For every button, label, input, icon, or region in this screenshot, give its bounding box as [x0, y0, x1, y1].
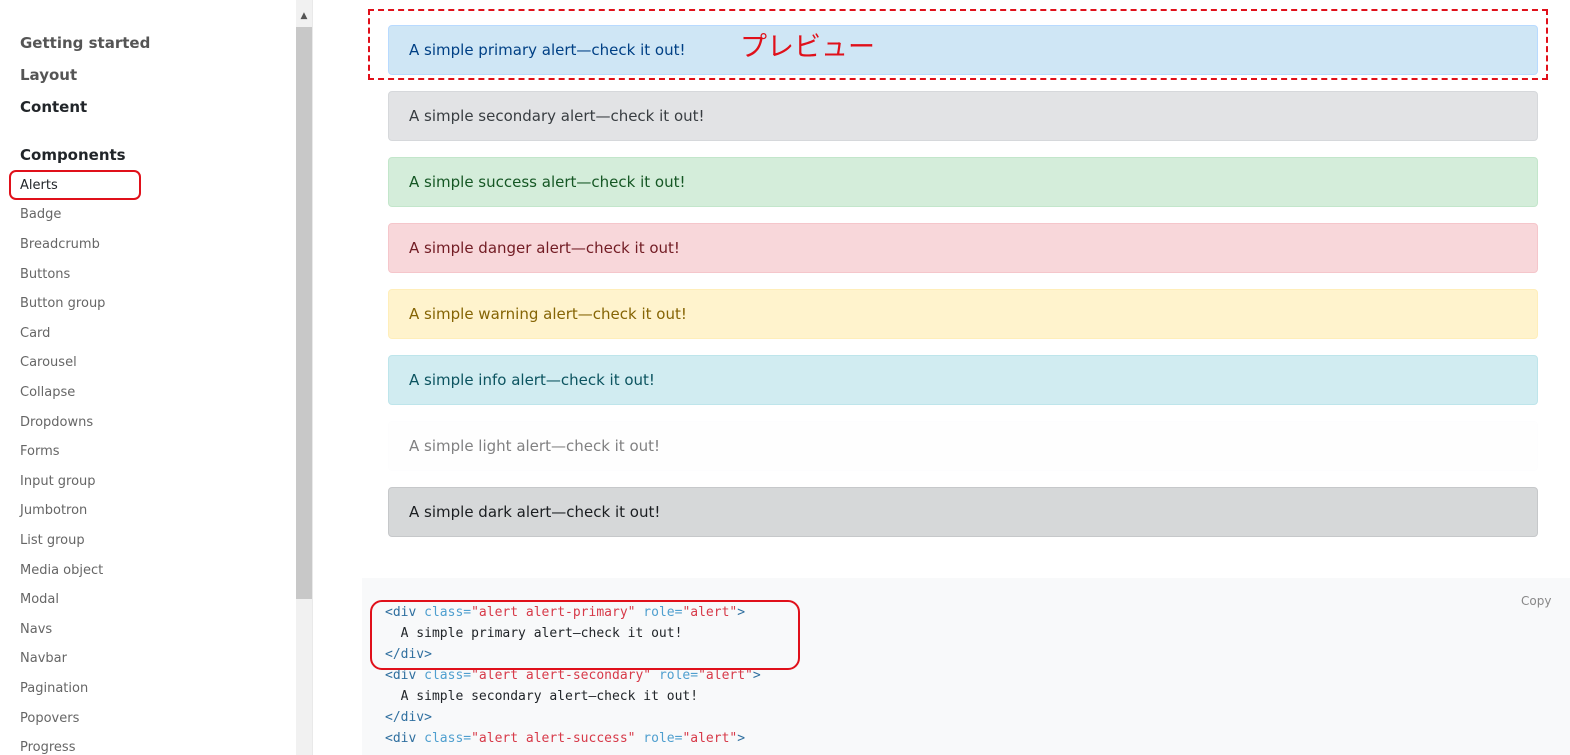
sidebar-item-jumbotron[interactable]: Jumbotron: [20, 503, 87, 518]
sidebar-item-badge[interactable]: Badge: [20, 207, 61, 222]
nav-section-content[interactable]: Content: [20, 98, 87, 116]
alert-warning: A simple warning alert—check it out!: [388, 289, 1538, 339]
sidebar-item-media-object[interactable]: Media object: [20, 563, 103, 578]
code-highlight-annotation: [370, 600, 800, 670]
sidebar-item-dropdowns[interactable]: Dropdowns: [20, 415, 93, 430]
sidebar-item-forms[interactable]: Forms: [20, 444, 60, 459]
code-line: </div>: [385, 710, 432, 725]
alert-secondary: A simple secondary alert—check it out!: [388, 91, 1538, 141]
copy-button[interactable]: Copy: [1521, 594, 1551, 608]
sidebar-item-buttons[interactable]: Buttons: [20, 267, 70, 282]
alert-dark: A simple dark alert—check it out!: [388, 487, 1538, 537]
sidebar-scrollbar[interactable]: ▲: [296, 0, 312, 755]
nav-section-getting-started[interactable]: Getting started: [20, 34, 150, 52]
sidebar-item-input-group[interactable]: Input group: [20, 474, 96, 489]
alert-light: A simple light alert—check it out!: [388, 421, 1538, 471]
sidebar-item-progress[interactable]: Progress: [20, 740, 75, 755]
sidebar-item-alerts[interactable]: Alerts: [20, 178, 58, 193]
sidebar-item-collapse[interactable]: Collapse: [20, 385, 75, 400]
code-line: A simple secondary alert—check it out!: [385, 689, 699, 704]
preview-annotation-label: プレビュー: [740, 32, 875, 63]
alert-danger: A simple danger alert—check it out!: [388, 223, 1538, 273]
sidebar-item-carousel[interactable]: Carousel: [20, 355, 77, 370]
alert-success: A simple success alert—check it out!: [388, 157, 1538, 207]
sidebar-item-list-group[interactable]: List group: [20, 533, 85, 548]
sidebar-item-breadcrumb[interactable]: Breadcrumb: [20, 237, 100, 252]
sidebar: Getting started Layout Content Component…: [0, 0, 296, 755]
sidebar-item-modal[interactable]: Modal: [20, 592, 59, 607]
content-divider: [312, 0, 313, 755]
sidebar-item-navs[interactable]: Navs: [20, 622, 52, 637]
alert-primary: A simple primary alert—check it out!: [388, 25, 1538, 75]
scroll-up-arrow-icon[interactable]: ▲: [296, 8, 312, 24]
sidebar-item-card[interactable]: Card: [20, 326, 50, 341]
sidebar-item-popovers[interactable]: Popovers: [20, 711, 79, 726]
code-line: <div class="alert alert-success" role="a…: [385, 731, 746, 746]
sidebar-item-navbar[interactable]: Navbar: [20, 651, 67, 666]
sidebar-item-button-group[interactable]: Button group: [20, 296, 105, 311]
scrollbar-thumb[interactable]: [296, 27, 312, 599]
alert-info: A simple info alert—check it out!: [388, 355, 1538, 405]
nav-section-layout[interactable]: Layout: [20, 66, 77, 84]
code-line: <div class="alert alert-secondary" role=…: [385, 668, 761, 683]
sidebar-item-pagination[interactable]: Pagination: [20, 681, 88, 696]
nav-section-components[interactable]: Components: [20, 146, 126, 164]
